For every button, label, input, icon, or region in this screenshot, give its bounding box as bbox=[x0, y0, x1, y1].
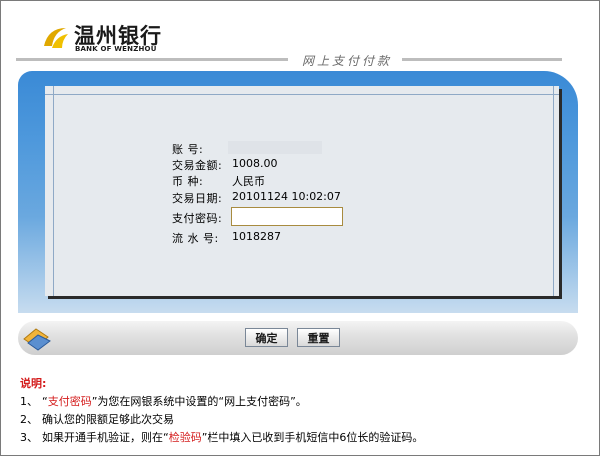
serial-value: 1018287 bbox=[232, 230, 281, 243]
account-value-masked bbox=[228, 141, 322, 154]
note-text-pre: 如果开通手机验证，则在“ bbox=[42, 431, 169, 444]
amount-label: 交易金额: bbox=[172, 159, 223, 172]
password-input[interactable] bbox=[231, 207, 343, 226]
date-value: 20101124 10:02:07 bbox=[232, 190, 341, 203]
bank-name-en: BANK OF WENZHOU bbox=[75, 45, 157, 53]
amount-value: 1008.00 bbox=[232, 157, 278, 170]
note-number: 3、 bbox=[20, 431, 38, 444]
card-border-top bbox=[45, 94, 559, 95]
notes-title: 说明: bbox=[20, 377, 47, 390]
note-highlight: 检验码 bbox=[168, 431, 202, 444]
note-text-post: ”为您在网银系统中设置的“网上支付密码”。 bbox=[91, 395, 307, 408]
serial-label: 流 水 号: bbox=[172, 232, 219, 245]
card-border-right bbox=[553, 86, 554, 296]
section-title: 网上支付付款 bbox=[302, 54, 393, 68]
note-number: 1、 bbox=[20, 395, 38, 408]
note-item-1: 1、 “支付密码”为您在网银系统中设置的“网上支付密码”。 bbox=[20, 393, 307, 409]
card-border-left bbox=[53, 86, 54, 296]
title-divider-left bbox=[16, 58, 288, 61]
confirm-button[interactable]: 确定 bbox=[245, 328, 288, 347]
note-item-3: 3、 如果开通手机验证，则在“检验码”栏中填入已收到手机短信中6位长的验证码。 bbox=[20, 429, 423, 445]
note-number: 2、 bbox=[20, 413, 38, 426]
password-label: 支付密码: bbox=[172, 212, 223, 225]
note-item-2: 2、 确认您的限额足够此次交易 bbox=[20, 411, 174, 427]
account-label: 账 号: bbox=[172, 143, 204, 156]
bank-logo-icon bbox=[44, 28, 68, 48]
note-highlight: 支付密码 bbox=[47, 395, 92, 408]
date-label: 交易日期: bbox=[172, 192, 223, 205]
title-divider-right bbox=[402, 58, 562, 61]
currency-value: 人民币 bbox=[232, 175, 265, 188]
currency-label: 币 种: bbox=[172, 175, 204, 188]
note-text: 确认您的限额足够此次交易 bbox=[42, 413, 174, 426]
card-decoration-icon bbox=[23, 328, 51, 351]
note-text-post: ”栏中填入已收到手机短信中6位长的验证码。 bbox=[201, 431, 424, 444]
reset-button[interactable]: 重置 bbox=[297, 328, 340, 347]
